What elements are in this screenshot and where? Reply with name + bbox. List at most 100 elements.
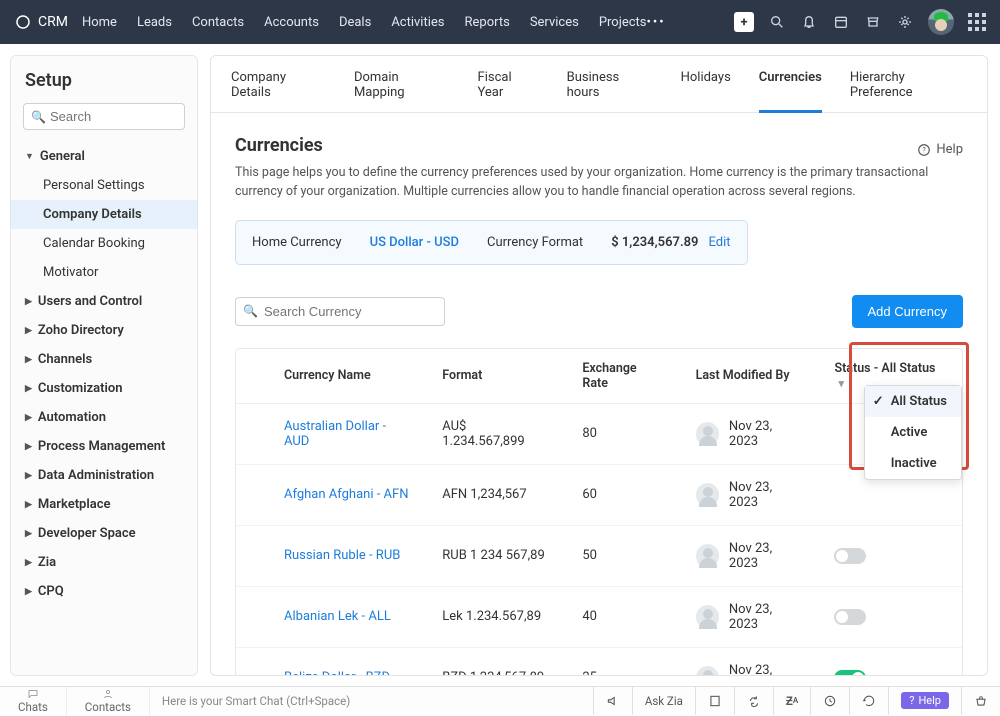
status-toggle[interactable] [834,548,866,564]
chevron-right-icon [25,384,32,394]
svg-text:?: ? [923,146,927,154]
basket-icon[interactable] [961,687,1000,715]
topnav-item-leads[interactable]: Leads [137,15,172,30]
add-currency-button[interactable]: Add Currency [852,295,963,328]
sidebar-item-company-details[interactable]: Company Details [11,200,197,229]
announce-icon[interactable] [593,687,632,715]
status-option-active[interactable]: Active [865,417,961,448]
topnav-item-deals[interactable]: Deals [339,15,371,30]
cell-format: Lek 1.234.567,89 [426,586,566,647]
currency-search-input[interactable] [235,297,445,326]
add-button[interactable]: + [734,12,754,32]
currency-format-label: Currency Format [487,235,583,250]
currency-name-link[interactable]: Russian Ruble - RUB [284,548,400,563]
currency-name-link[interactable]: Albanian Lek - ALL [284,609,391,624]
tab-currencies[interactable]: Currencies [759,70,822,113]
store-icon[interactable] [864,13,882,31]
footer-chats[interactable]: Chats [0,686,67,716]
sidebar-item-motivator[interactable]: Motivator [11,258,197,287]
tab-fiscal-year[interactable]: Fiscal Year [478,70,539,112]
tab-hierarchy-preference[interactable]: Hierarchy Preference [850,70,967,112]
user-placeholder-icon [696,544,719,568]
col-status[interactable]: Status - All Status ▾ All StatusActiveIn… [818,349,962,404]
calendar-icon[interactable] [832,13,850,31]
footer-help-button[interactable]: ? Help [888,687,961,715]
topnav-item-activities[interactable]: Activities [391,15,444,30]
user-placeholder-icon [696,605,719,629]
sidebar-group-automation[interactable]: Automation [11,403,197,432]
sync-icon[interactable] [734,687,773,715]
status-toggle[interactable] [834,609,866,625]
history-icon[interactable] [849,687,888,715]
cell-format: AU$ 1.234.567,899 [426,403,566,464]
topnav-item-reports[interactable]: Reports [465,15,510,30]
footer-chats-label: Chats [18,700,48,714]
edit-format-link[interactable]: Edit [709,235,731,250]
cell-rate: 60 [566,464,679,525]
topnav-item-accounts[interactable]: Accounts [264,15,319,30]
topnav-item-home[interactable]: Home [82,15,117,30]
sidebar-group-marketplace[interactable]: Marketplace [11,490,197,519]
sidebar-label: Users and Control [38,294,142,309]
sidebar-search-input[interactable] [23,103,185,130]
footer-contacts-label: Contacts [85,700,131,714]
note-icon[interactable] [695,687,734,715]
chevron-right-icon [25,471,32,481]
currency-name-link[interactable]: Belize Dollar - BZD [284,670,390,676]
sidebar-group-channels[interactable]: Channels [11,345,197,374]
user-avatar[interactable] [928,9,954,35]
sidebar-group-cpq[interactable]: CPQ [11,577,197,606]
tab-company-details[interactable]: Company Details [231,70,326,112]
home-currency-value[interactable]: US Dollar - USD [370,235,459,250]
footer-contacts[interactable]: Contacts [67,686,150,716]
currency-name-link[interactable]: Afghan Afghani - AFN [284,487,408,502]
sidebar-group-process-management[interactable]: Process Management [11,432,197,461]
page-description: This page helps you to define the curren… [235,164,963,202]
topnav-item-services[interactable]: Services [530,15,579,30]
help-link[interactable]: ? Help [917,142,963,157]
cell-format: AFN 1,234,567 [426,464,566,525]
top-nav: CRM Home Leads Contacts Accounts Deals Activi… [0,0,1000,44]
text-icon[interactable]: ƵA [773,687,810,715]
sidebar-item-personal-settings[interactable]: Personal Settings [11,171,197,200]
clock-icon[interactable] [810,687,849,715]
status-toggle[interactable] [834,670,866,677]
sidebar-group-users-and-control[interactable]: Users and Control [11,287,197,316]
sidebar-group-general[interactable]: General [11,142,197,171]
smart-chat-hint[interactable]: Here is your Smart Chat (Ctrl+Space) [150,694,593,708]
filter-icon: ▾ [838,377,844,390]
brand[interactable]: CRM [14,13,68,31]
table-row: Belize Dollar - BZD BZD 1,234,567.89 25 … [236,647,962,676]
sidebar-group-zoho-directory[interactable]: Zoho Directory [11,316,197,345]
sidebar-item-calendar-booking[interactable]: Calendar Booking [11,229,197,258]
topnav-item-projects[interactable]: Projects [599,15,647,30]
footer-help-label: Help [918,694,941,707]
sidebar-group-data-administration[interactable]: Data Administration [11,461,197,490]
sidebar-title: Setup [11,70,197,103]
sidebar-group-zia[interactable]: Zia [11,548,197,577]
status-option-inactive[interactable]: Inactive [865,448,961,479]
apps-grid-icon[interactable] [968,13,986,31]
more-menu-icon[interactable]: ••• [646,15,665,30]
tab-holidays[interactable]: Holidays [681,70,731,112]
search-icon[interactable] [768,13,786,31]
sidebar-label: Zia [38,555,56,570]
sidebar-group-customization[interactable]: Customization [11,374,197,403]
topnav-item-contacts[interactable]: Contacts [192,15,244,30]
sidebar-label: Channels [38,352,92,367]
bell-icon[interactable] [800,13,818,31]
gear-icon[interactable] [896,13,914,31]
ask-zia-button[interactable]: Ask Zia [632,687,695,715]
status-filter-dropdown: All StatusActiveInactive [864,385,962,480]
cell-modified: Nov 23, 2023 [696,541,803,571]
tab-business-hours[interactable]: Business hours [567,70,653,112]
help-icon: ? [917,143,931,157]
status-option-all-status[interactable]: All Status [865,386,961,417]
cell-modified: Nov 23, 2023 [696,480,803,510]
currency-name-link[interactable]: Australian Dollar - AUD [284,419,386,449]
tab-domain-mapping[interactable]: Domain Mapping [354,70,450,112]
chevron-right-icon [25,558,32,568]
cell-rate: 50 [566,525,679,586]
table-row: Australian Dollar - AUD AU$ 1.234.567,89… [236,403,962,464]
sidebar-group-developer-space[interactable]: Developer Space [11,519,197,548]
